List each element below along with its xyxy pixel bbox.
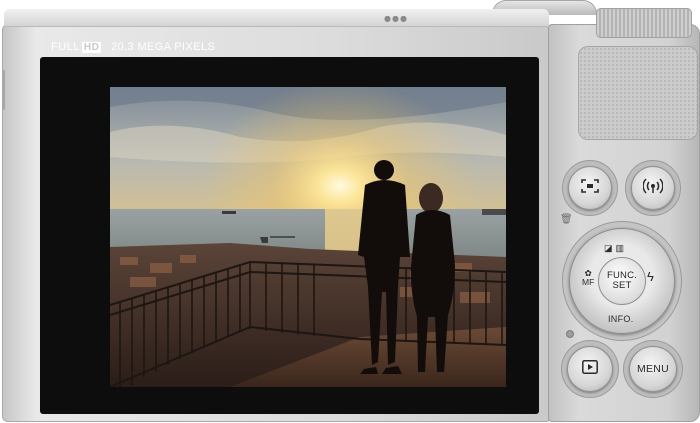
gallery-icon: ▥: [615, 243, 625, 253]
frame-assist-button[interactable]: [568, 166, 612, 210]
wifi-button[interactable]: [631, 166, 675, 210]
set-label: SET: [612, 280, 632, 291]
exposure-comp-icon: ◪: [604, 243, 613, 253]
megapixel-label: 20.3 MEGA PIXELS: [111, 41, 216, 53]
wifi-icon: [642, 177, 664, 199]
top-edge: [4, 9, 549, 27]
thumb-grip: [578, 46, 698, 140]
full-hd-prefix: FULL: [51, 41, 80, 53]
exposure-icons: ◪ ▥: [604, 243, 624, 254]
macro-mf-label[interactable]: ✿ MF: [582, 269, 594, 287]
menu-button[interactable]: MENU: [629, 346, 677, 392]
hd-box: HD: [81, 41, 102, 53]
microphone-holes: ●●●: [384, 14, 408, 23]
play-icon: [582, 359, 598, 379]
indicator-lamp: [566, 330, 574, 338]
mode-dial-ridge[interactable]: [596, 8, 692, 38]
frame-assist-icon: [581, 178, 599, 198]
full-hd-badge: FULL HD: [51, 41, 102, 53]
playback-button[interactable]: [567, 346, 613, 392]
flash-icon[interactable]: ϟ: [647, 269, 654, 284]
menu-label: MENU: [636, 363, 670, 375]
screen-photo: [110, 87, 506, 387]
info-label[interactable]: INFO.: [608, 314, 634, 324]
strap-slot: [2, 70, 5, 110]
mf-label: MF: [582, 277, 595, 287]
func-set-button[interactable]: FUNC. SET: [598, 257, 646, 305]
trash-icon: 🗑: [560, 214, 573, 225]
camera-back: ●●● FULL HD 20.3 MEGA PIXELS 🗑 ◪ ▥ ✿ MF …: [0, 0, 700, 423]
